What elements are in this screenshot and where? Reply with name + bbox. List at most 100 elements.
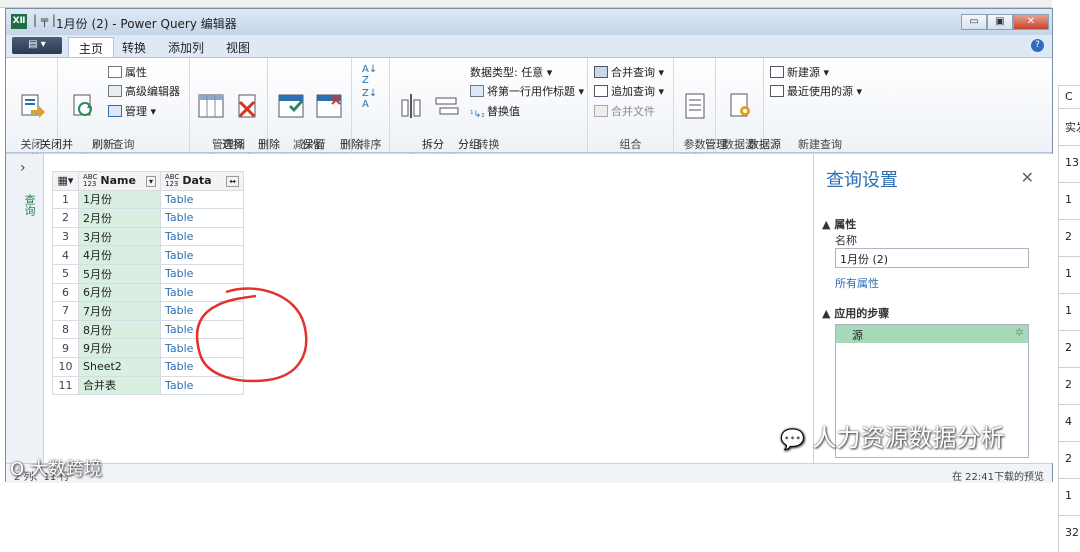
group-sort-label: 排序: [359, 138, 382, 151]
tab-add-column[interactable]: 添加列: [158, 37, 214, 57]
refresh-icon: [73, 94, 92, 116]
gear-icon[interactable]: ✲: [1015, 326, 1024, 339]
expand-column-icon[interactable]: ↔: [226, 175, 239, 187]
group-combine: 合并查询 ▾ 追加查询 ▾ 合并文件 组合: [588, 58, 674, 154]
row-number: 11: [52, 375, 79, 396]
group-query-label: 查询: [112, 138, 135, 151]
new-source-button[interactable]: 新建源 ▾: [770, 64, 829, 80]
use-first-row-as-headers-button[interactable]: 将第一行用作标题 ▾: [470, 83, 584, 99]
name-cell[interactable]: 4月份: [78, 245, 161, 265]
data-cell[interactable]: Table: [160, 245, 244, 265]
replace-values-label: 替换值: [487, 105, 520, 118]
background-sheet-cell: C: [1058, 85, 1080, 108]
applied-step-source[interactable]: 源 ✲: [836, 325, 1028, 343]
table-headers-icon: [470, 85, 484, 97]
sort-descending-icon[interactable]: Z↓ A: [362, 88, 377, 110]
replace-values-button[interactable]: ¹↳₂ 替换值: [470, 103, 520, 122]
type-any-icon[interactable]: ABC 123: [83, 173, 97, 188]
group-parameters-label: 参数: [683, 138, 706, 151]
minimize-button[interactable]: ▭: [961, 14, 987, 30]
tab-transform[interactable]: 转换: [112, 37, 156, 57]
row-number: 4: [52, 245, 79, 265]
table-row[interactable]: 3 3月份 Table: [52, 226, 244, 247]
merge-queries-button[interactable]: 合并查询 ▾: [594, 64, 664, 80]
queries-pane-collapsed[interactable]: › 查询: [6, 154, 44, 463]
name-cell[interactable]: 6月份: [78, 282, 161, 303]
merge-queries-icon: [594, 66, 608, 78]
group-transform: 拆分 列▾ 分组 依据 数据类型: 任意 ▾ 将第一行用作标题 ▾ ¹↳₂替换值…: [390, 58, 588, 166]
data-cell[interactable]: Table: [160, 189, 244, 210]
quick-access-toolbar[interactable]: | ╤ |: [33, 13, 56, 27]
background-sheet-cell: 4: [1058, 404, 1080, 441]
row-number: 7: [52, 301, 79, 321]
properties-button[interactable]: 属性: [108, 64, 147, 80]
combine-files-button[interactable]: 合并文件: [594, 103, 655, 119]
row-number: 5: [52, 263, 79, 284]
group-sort: A↓ Z Z↓ A 排序: [352, 58, 390, 154]
name-cell[interactable]: 9月份: [78, 338, 161, 358]
type-any-icon[interactable]: ABC 123: [165, 173, 179, 188]
query-settings-pane: 查询设置 ✕ ▲ 属性 名称 1月份 (2) 所有属性 ▲ 应用的步骤 源 ✲: [813, 154, 1054, 463]
table-row[interactable]: 1 1月份 Table: [52, 189, 244, 210]
query-name-input[interactable]: 1月份 (2): [835, 248, 1029, 268]
maximize-button[interactable]: ▣: [987, 14, 1013, 30]
data-cell[interactable]: Table: [160, 263, 244, 284]
table-corner-button[interactable]: ▦▾: [52, 171, 79, 191]
properties-section-heading[interactable]: ▲ 属性: [822, 216, 856, 232]
ribbon-tabs: ▤ ▾ 主页 转换 添加列 视图 ?: [6, 35, 1052, 57]
query-name-label: 名称: [835, 234, 857, 247]
grid-header-row: ▦▾ ABC 123 Name ▾ ABC 123 Data ↔: [52, 171, 244, 191]
background-sheet-cell: 实发: [1058, 108, 1080, 145]
data-cell[interactable]: Table: [160, 208, 244, 228]
watermark-hr-analysis: 💬 人力资源数据分析: [780, 418, 1005, 453]
red-annotation-circle: [195, 287, 308, 383]
title-bar: XⅡ | ╤ | 1月份 (2) - Power Query 编辑器 ▭ ▣ ✕: [6, 9, 1052, 35]
tab-home[interactable]: 主页: [68, 37, 115, 57]
choose-columns-icon: [198, 94, 224, 118]
row-number: 1: [52, 189, 79, 210]
name-cell[interactable]: 合并表: [78, 375, 161, 396]
append-queries-label: 追加查询 ▾: [611, 85, 665, 98]
expand-queries-icon[interactable]: ›: [20, 160, 26, 176]
name-cell[interactable]: 3月份: [78, 226, 161, 247]
new-source-icon: [770, 66, 784, 78]
background-sheet-cell: 2: [1058, 441, 1080, 478]
name-cell[interactable]: 8月份: [78, 319, 161, 340]
sort-ascending-icon[interactable]: A↓ Z: [362, 64, 377, 86]
window-title: 1月份 (2) - Power Query 编辑器: [56, 17, 237, 31]
name-cell[interactable]: 7月份: [78, 301, 161, 321]
editor-content: › 查询 ▦▾ ABC 123 Name ▾ ABC 123 Data ↔ 1 1月份 Tabl…: [6, 154, 1054, 463]
advanced-editor-button[interactable]: 高级编辑器: [108, 83, 180, 99]
data-cell[interactable]: Table: [160, 226, 244, 247]
tab-view[interactable]: 视图: [216, 37, 260, 57]
data-type-dropdown[interactable]: 数据类型: 任意 ▾: [470, 64, 552, 80]
name-cell[interactable]: 2月份: [78, 208, 161, 228]
table-row[interactable]: 5 5月份 Table: [52, 263, 244, 284]
column-header-name[interactable]: ABC 123 Name ▾: [78, 171, 161, 191]
applied-step-label: 源: [852, 329, 863, 342]
group-new-query-label: 新建查询: [798, 138, 842, 151]
filter-dropdown-icon[interactable]: ▾: [145, 175, 156, 187]
recent-sources-button[interactable]: 最近使用的源 ▾: [770, 83, 862, 99]
status-bar: 2 列、11 行 在 22:41下载的预览: [6, 463, 1052, 483]
keep-rows-icon: [278, 94, 304, 118]
properties-label: 属性: [125, 66, 147, 79]
manage-query-button[interactable]: 管理 ▾: [108, 103, 156, 119]
close-settings-icon[interactable]: ✕: [1021, 168, 1034, 187]
applied-steps-heading[interactable]: ▲ 应用的步骤: [822, 305, 889, 321]
name-cell[interactable]: 5月份: [78, 263, 161, 284]
excel-icon[interactable]: XⅡ: [11, 14, 27, 29]
table-row[interactable]: 2 2月份 Table: [52, 208, 244, 228]
help-icon[interactable]: ?: [1031, 39, 1044, 52]
append-queries-button[interactable]: 追加查询 ▾: [594, 83, 664, 99]
replace-values-icon: ¹↳₂: [470, 110, 485, 120]
column-header-data[interactable]: ABC 123 Data ↔: [160, 171, 244, 191]
background-sheet-top: [0, 0, 1080, 8]
close-window-button[interactable]: ✕: [1013, 14, 1049, 30]
all-properties-link[interactable]: 所有属性: [835, 275, 879, 291]
status-preview-time: 在 22:41下载的预览: [952, 472, 1044, 483]
name-cell[interactable]: Sheet2: [78, 356, 161, 377]
name-cell[interactable]: 1月份: [78, 189, 161, 210]
table-row[interactable]: 4 4月份 Table: [52, 245, 244, 265]
file-menu-button[interactable]: ▤ ▾: [12, 37, 62, 54]
